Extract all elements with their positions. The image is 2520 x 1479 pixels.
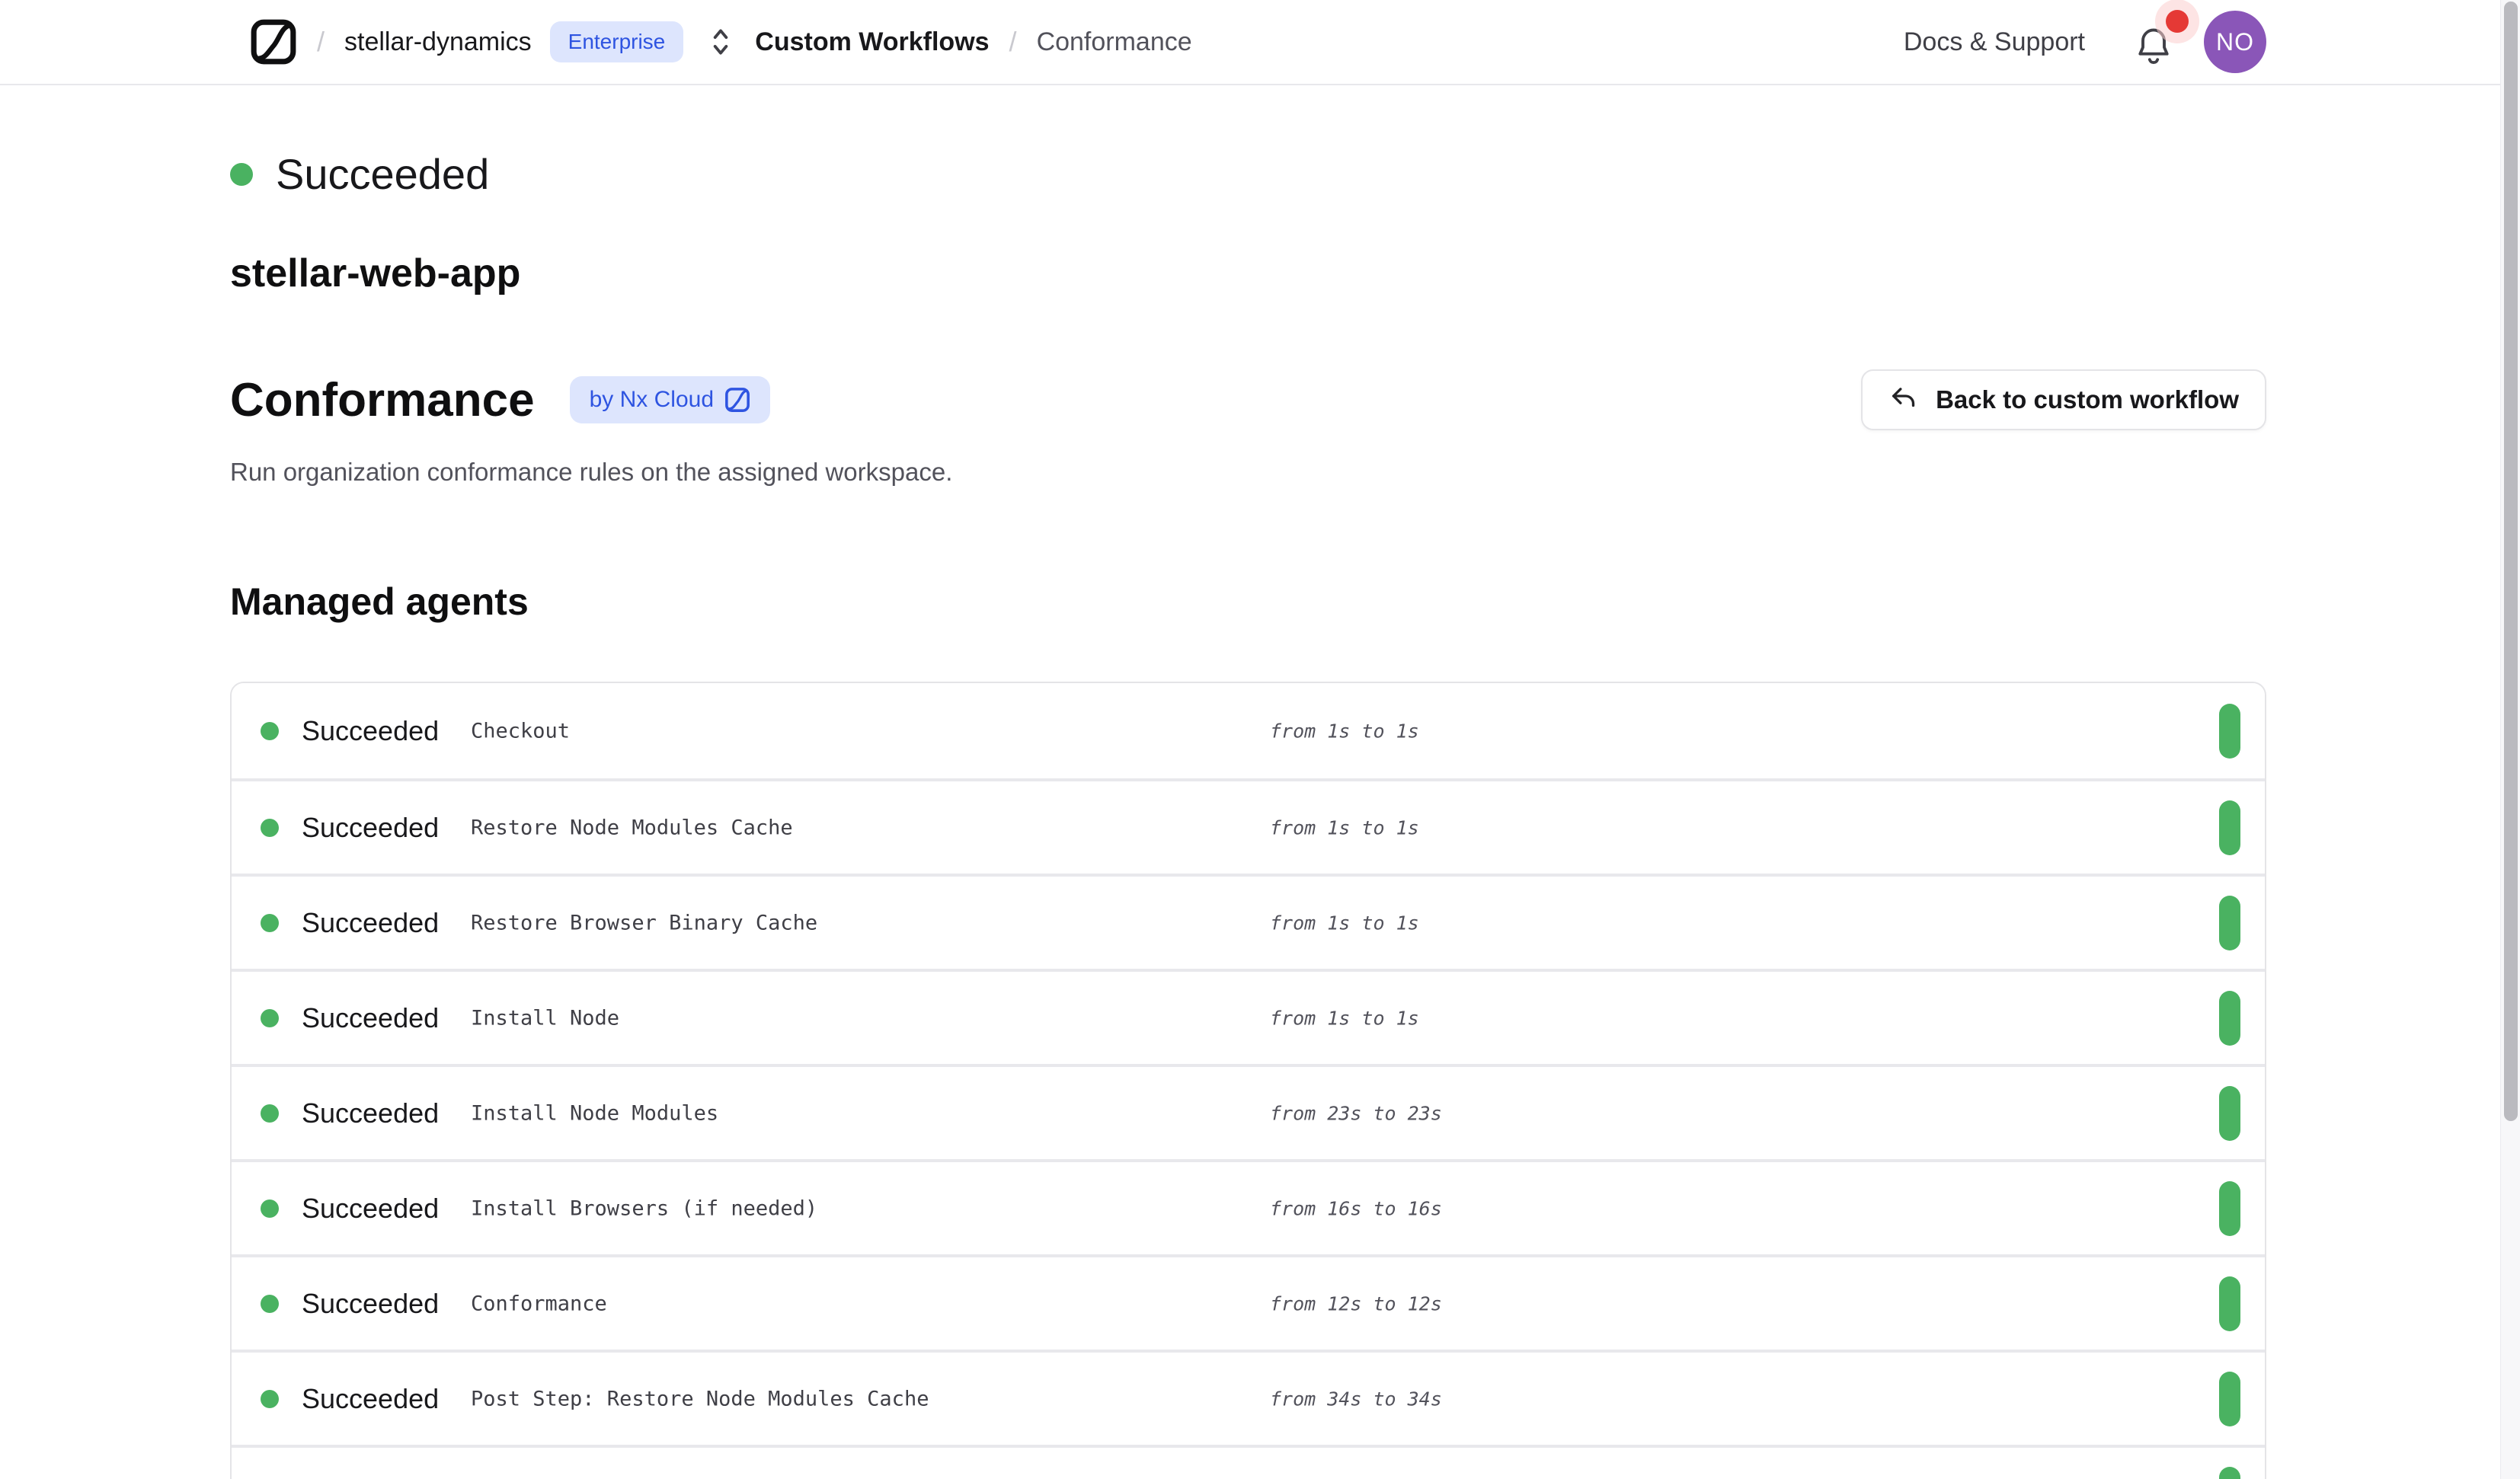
step-name: Restore Node Modules Cache	[471, 816, 793, 839]
workspace-title: stellar-web-app	[230, 251, 2266, 296]
step-timing: from 12s to 12s	[1270, 1292, 1442, 1314]
step-duration-bar	[2219, 896, 2240, 950]
managed-agents-list: Succeeded Checkout from 1s to 1s Succeed…	[230, 682, 2266, 1479]
step-status-dot-icon	[261, 1104, 279, 1123]
agent-step-row[interactable]: Succeeded Install Node from 1s to 1s	[232, 969, 2265, 1064]
step-status-dot-icon	[261, 1390, 279, 1408]
step-duration-bar	[2219, 1467, 2240, 1479]
avatar[interactable]: NO	[2204, 11, 2266, 73]
step-status-dot-icon	[261, 819, 279, 837]
back-button-label: Back to custom workflow	[1936, 385, 2239, 414]
notifications-bell-icon[interactable]	[2134, 21, 2173, 63]
run-status: Succeeded	[230, 149, 2266, 199]
step-status-dot-icon	[261, 1199, 279, 1218]
back-to-custom-workflow-button[interactable]: Back to custom workflow	[1861, 369, 2266, 430]
step-name: Restore Browser Binary Cache	[471, 911, 817, 934]
agent-step-row[interactable]: Succeeded Checkout from 1s to 1s	[232, 683, 2265, 778]
step-status-label: Succeeded	[302, 1002, 439, 1034]
nx-logo-mini-icon	[724, 387, 750, 413]
breadcrumb-org[interactable]: stellar-dynamics	[344, 27, 532, 57]
step-status-label: Succeeded	[302, 1097, 439, 1129]
main-content: Succeeded stellar-web-app Conformance by…	[0, 149, 2520, 1479]
run-status-label: Succeeded	[276, 149, 489, 199]
agent-step-row[interactable]: Succeeded Install Browsers (if needed) f…	[232, 1159, 2265, 1254]
plan-badge: Enterprise	[550, 21, 684, 62]
breadcrumb: / stellar-dynamics Enterprise Custom Wor…	[250, 18, 1192, 65]
step-timing: from 23s to 23s	[1270, 1102, 1442, 1124]
step-status-dot-icon	[261, 1295, 279, 1313]
step-name: Install Node	[471, 1006, 619, 1030]
step-status-label: Succeeded	[302, 715, 439, 747]
step-timing: from 16s to 16s	[1270, 1197, 1442, 1219]
breadcrumb-separator: /	[1009, 26, 1017, 58]
status-dot-icon	[230, 163, 253, 186]
step-status-label: Succeeded	[302, 1193, 439, 1225]
top-navigation-bar: / stellar-dynamics Enterprise Custom Wor…	[0, 0, 2520, 85]
agent-step-row[interactable]: Succeeded Restore Browser Binary Cache f…	[232, 874, 2265, 969]
agent-step-row[interactable]: Succeeded Conformance from 12s to 12s	[232, 1254, 2265, 1350]
workflow-header-left: Conformance by Nx Cloud	[230, 373, 770, 427]
scrollbar-track[interactable]	[2500, 0, 2520, 1479]
step-status-dot-icon	[261, 1009, 279, 1027]
agent-step-row[interactable]: Succeeded Install Node Modules from 23s …	[232, 1064, 2265, 1159]
step-timing: from 34s to 34s	[1270, 1388, 1442, 1410]
breadcrumb-page: Conformance	[1037, 27, 1192, 57]
docs-support-link[interactable]: Docs & Support	[1904, 27, 2085, 57]
agent-step-row[interactable]: Succeeded Post Step: Restore Node Module…	[232, 1350, 2265, 1445]
step-name: Install Browsers (if needed)	[471, 1196, 817, 1220]
step-duration-bar	[2219, 1276, 2240, 1331]
step-status-dot-icon	[261, 914, 279, 932]
step-duration-bar	[2219, 800, 2240, 855]
step-status-label: Succeeded	[302, 812, 439, 844]
step-timing: from 1s to 1s	[1270, 912, 1419, 934]
step-name: Post Step: Restore Node Modules Cache	[471, 1387, 929, 1410]
breadcrumb-separator: /	[317, 26, 325, 58]
by-nx-cloud-badge[interactable]: by Nx Cloud	[570, 376, 770, 423]
workflow-header: Conformance by Nx Cloud Back to custom w…	[230, 369, 2266, 430]
page: / stellar-dynamics Enterprise Custom Wor…	[0, 0, 2520, 1479]
agent-step-row[interactable]: Succeeded Restore Node Modules Cache fro…	[232, 778, 2265, 874]
managed-agents-heading: Managed agents	[230, 580, 2266, 624]
step-timing: from 1s to 1s	[1270, 1007, 1419, 1029]
step-timing: from 1s to 1s	[1270, 816, 1419, 839]
workflow-title: Conformance	[230, 373, 535, 427]
step-duration-bar	[2219, 1372, 2240, 1426]
step-status-label: Succeeded	[302, 1383, 439, 1415]
step-duration-bar	[2219, 1181, 2240, 1236]
nx-cloud-logo-icon[interactable]	[250, 18, 297, 65]
breadcrumb-section[interactable]: Custom Workflows	[755, 27, 989, 57]
step-duration-bar	[2219, 1086, 2240, 1141]
step-status-dot-icon	[261, 722, 279, 740]
step-duration-bar	[2219, 704, 2240, 759]
step-name: Conformance	[471, 1292, 607, 1315]
scrollbar-thumb[interactable]	[2504, 2, 2518, 1121]
workflow-description: Run organization conformance rules on th…	[230, 458, 2266, 487]
step-status-label: Succeeded	[302, 907, 439, 939]
notification-dot	[2166, 10, 2189, 33]
by-nx-cloud-label: by Nx Cloud	[590, 387, 714, 413]
step-duration-bar	[2219, 991, 2240, 1046]
step-timing: from 1s to 1s	[1270, 720, 1419, 742]
step-name: Checkout	[471, 719, 570, 743]
topbar-right-cluster: Docs & Support NO	[1904, 11, 2266, 73]
agent-step-row[interactable]: Succeeded Post Step: Restore Browser Bin…	[232, 1445, 2265, 1479]
step-status-label: Succeeded	[302, 1288, 439, 1320]
undo-arrow-icon	[1888, 385, 1919, 415]
step-name: Install Node Modules	[471, 1101, 718, 1125]
chevron-up-down-icon[interactable]	[706, 25, 735, 59]
